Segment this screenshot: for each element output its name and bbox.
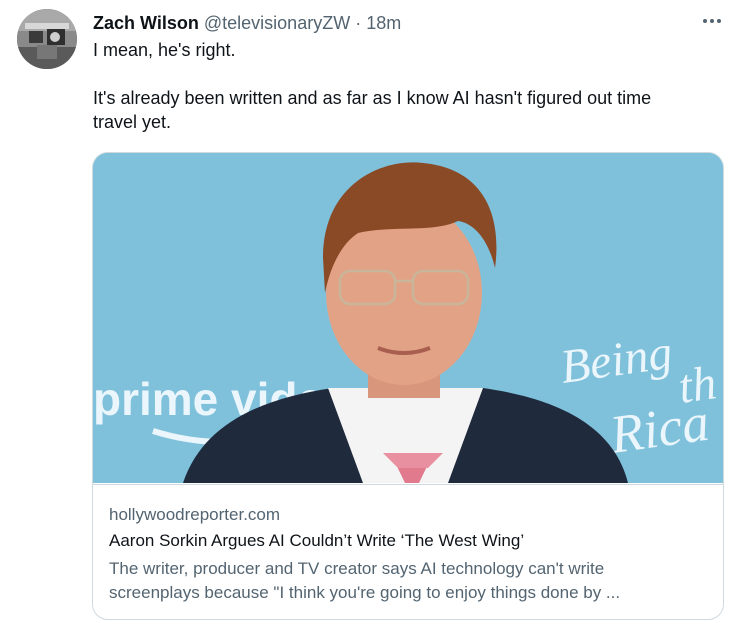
avatar-image <box>17 9 77 69</box>
tweet[interactable]: Zach Wilson @televisionaryZW · 18m I mea… <box>0 0 744 632</box>
tweet-text-line: travel yet. <box>93 112 172 132</box>
tweet-text: I mean, he's right. It's already been wr… <box>93 38 713 134</box>
tweet-text-line: It's already been written and as far as … <box>93 88 652 108</box>
tweet-text-line: I mean, he's right. <box>93 40 236 60</box>
avatar[interactable] <box>17 9 77 69</box>
card-photo: prime vide Being th Rica <box>93 153 723 483</box>
separator: · <box>355 13 362 33</box>
card-domain: hollywoodreporter.com <box>109 505 281 524</box>
tweet-timestamp[interactable]: 18m <box>366 13 401 33</box>
card-description-line: The writer, producer and TV creator says… <box>109 559 605 578</box>
author-handle[interactable]: @televisionaryZW <box>204 13 350 33</box>
card-title: Aaron Sorkin Argues AI Couldn’t Write ‘T… <box>109 531 525 550</box>
card-description-line: screenplays because "I think you're goin… <box>109 583 621 602</box>
tweet-header: Zach Wilson @televisionaryZW · 18m <box>93 12 684 34</box>
card-details[interactable]: hollywoodreporter.com Aaron Sorkin Argue… <box>93 484 723 619</box>
card-image[interactable]: prime vide Being th Rica <box>93 153 723 483</box>
more-options-icon[interactable] <box>698 8 726 34</box>
author-name[interactable]: Zach Wilson <box>93 13 199 33</box>
link-card[interactable]: prime vide Being th Rica hollywoodreport… <box>92 152 724 620</box>
card-description: The writer, producer and TV creator says… <box>109 557 709 605</box>
